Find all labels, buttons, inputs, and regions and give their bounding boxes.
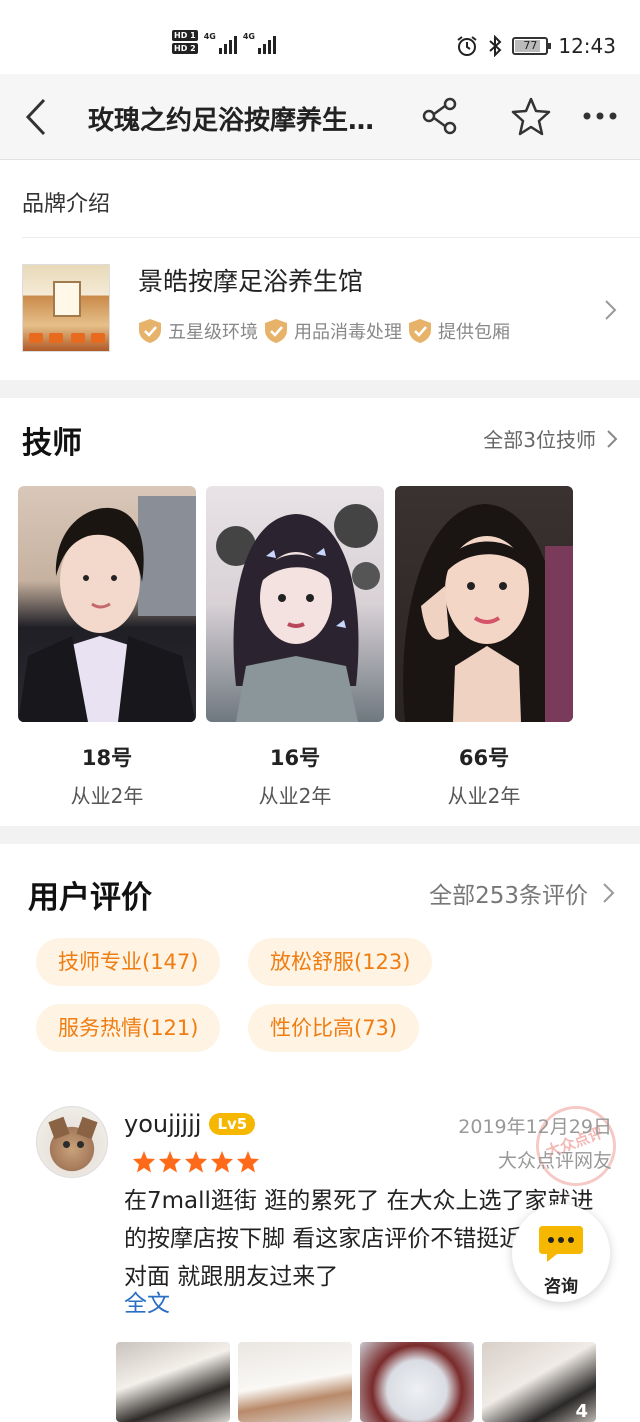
- reviews-section: 用户评价 全部253条评价 技师专业(147) 放松舒服(123) 服务热情(1…: [0, 844, 640, 1422]
- brand-tag: 提供包厢: [408, 318, 510, 344]
- reviews-title: 用户评价: [28, 880, 152, 916]
- chevron-right-icon: [607, 429, 618, 448]
- nav-bar: 玫瑰之约足浴按摩养生…: [0, 74, 640, 160]
- brand-tag-label: 提供包厢: [438, 322, 510, 343]
- all-reviews-link[interactable]: 全部253条评价: [429, 876, 616, 910]
- portrait-1: [18, 496, 196, 722]
- review-photo[interactable]: [116, 1342, 230, 1422]
- portrait-2: [216, 504, 380, 722]
- favorite-star-icon[interactable]: [510, 96, 552, 136]
- photo-count: 4: [575, 1401, 588, 1422]
- star-icon: [133, 1151, 155, 1173]
- hd-badges: HD 1 HD 2: [172, 30, 198, 54]
- brand-section: 品牌介绍 景皓按摩足浴养生馆 五星级环境 用品消毒处理 提供包厢: [0, 160, 640, 380]
- network-2-label: 4G: [242, 32, 255, 41]
- all-technicians-link[interactable]: 全部3位技师: [483, 424, 618, 453]
- brand-name[interactable]: 景皓按摩足浴养生馆: [138, 262, 363, 298]
- brand-thumbnail[interactable]: [22, 264, 110, 352]
- read-more-link[interactable]: 全文: [124, 1284, 170, 1318]
- status-right: 77 12:43: [456, 34, 616, 58]
- hd2-badge: HD 2: [172, 43, 198, 54]
- brand-tag-label: 五星级环境: [168, 322, 258, 343]
- review-tag-chip[interactable]: 技师专业(147): [36, 938, 221, 986]
- technician-experience: 从业2年: [447, 784, 521, 808]
- clock: 12:43: [558, 34, 616, 58]
- brand-tag: 用品消毒处理: [264, 318, 402, 344]
- shield-check-icon: [139, 319, 161, 343]
- technician-card[interactable]: 18号 从业2年: [18, 486, 196, 809]
- review-tag-chip[interactable]: 放松舒服(123): [248, 938, 433, 986]
- battery-level: 77: [523, 39, 538, 52]
- star-icon: [185, 1151, 207, 1173]
- alarm-icon: [457, 36, 477, 56]
- more-icon[interactable]: [580, 96, 620, 136]
- shield-check-icon: [409, 319, 431, 343]
- technician-number: 16号: [269, 746, 321, 770]
- back-arrow-icon[interactable]: [20, 96, 52, 138]
- all-reviews-label: 全部253条评价: [429, 883, 588, 909]
- consult-button[interactable]: 咨询: [512, 1204, 610, 1302]
- all-technicians-label: 全部3位技师: [483, 428, 596, 452]
- network-1-label: 4G: [203, 32, 216, 41]
- technician-card[interactable]: 66号 从业2年: [395, 486, 573, 809]
- review-photo[interactable]: [238, 1342, 352, 1422]
- technician-experience: 从业2年: [258, 784, 332, 808]
- technician-photo[interactable]: [18, 486, 196, 722]
- star-icon: [211, 1151, 233, 1173]
- rating-stars: [132, 1150, 260, 1174]
- divider: [22, 237, 640, 238]
- portrait-3: [403, 504, 573, 722]
- signal-2-icon: 4G: [243, 32, 276, 54]
- reviewer[interactable]: youjjjjj Lv5: [124, 1110, 256, 1138]
- battery-icon: 77: [512, 37, 552, 55]
- status-bar: HD 1 HD 2 4G 4G 77 12:43: [0, 0, 640, 74]
- network-indicators: HD 1 HD 2 4G 4G: [172, 30, 276, 54]
- star-icon: [159, 1151, 181, 1173]
- review-tag-chip[interactable]: 性价比高(73): [248, 1004, 420, 1052]
- technician-experience: 从业2年: [70, 784, 144, 808]
- chevron-right-icon[interactable]: [604, 298, 618, 322]
- chevron-right-icon: [603, 883, 615, 903]
- technician-number: 66号: [458, 746, 510, 770]
- brand-heading: 品牌介绍: [22, 192, 111, 217]
- page-title: 玫瑰之约足浴按摩养生…: [88, 106, 375, 136]
- shield-check-icon: [265, 319, 287, 343]
- brand-tag-label: 用品消毒处理: [294, 322, 402, 343]
- review-tag-chip[interactable]: 服务热情(121): [36, 1004, 221, 1052]
- technician-photo[interactable]: [206, 486, 384, 722]
- hd1-badge: HD 1: [172, 30, 198, 41]
- bluetooth-icon: [489, 35, 502, 57]
- level-badge: Lv5: [209, 1113, 256, 1135]
- consult-label: 咨询: [544, 1277, 578, 1297]
- technicians-title: 技师: [22, 426, 82, 461]
- chat-bubble-icon: [539, 1226, 583, 1262]
- review-source: 大众点评网友: [497, 1150, 612, 1172]
- avatar[interactable]: [36, 1106, 108, 1178]
- share-icon[interactable]: [420, 96, 460, 136]
- technician-number: 18号: [81, 746, 133, 770]
- brand-tag: 五星级环境: [138, 318, 258, 344]
- star-icon: [237, 1151, 259, 1173]
- signal-1-icon: 4G: [204, 32, 237, 54]
- technicians-section: 技师 全部3位技师 18号 从业2年 16号 从业2年 66号 从业2年: [0, 398, 640, 826]
- technician-photo[interactable]: [395, 486, 573, 722]
- technician-card[interactable]: 16号 从业2年: [206, 486, 384, 809]
- reviewer-name: youjjjjj: [124, 1110, 202, 1138]
- review-photo[interactable]: [360, 1342, 474, 1422]
- brand-tags: 五星级环境 用品消毒处理 提供包厢: [138, 318, 510, 344]
- review-photo[interactable]: 4: [482, 1342, 596, 1422]
- review-date: 2019年12月29日: [458, 1116, 612, 1138]
